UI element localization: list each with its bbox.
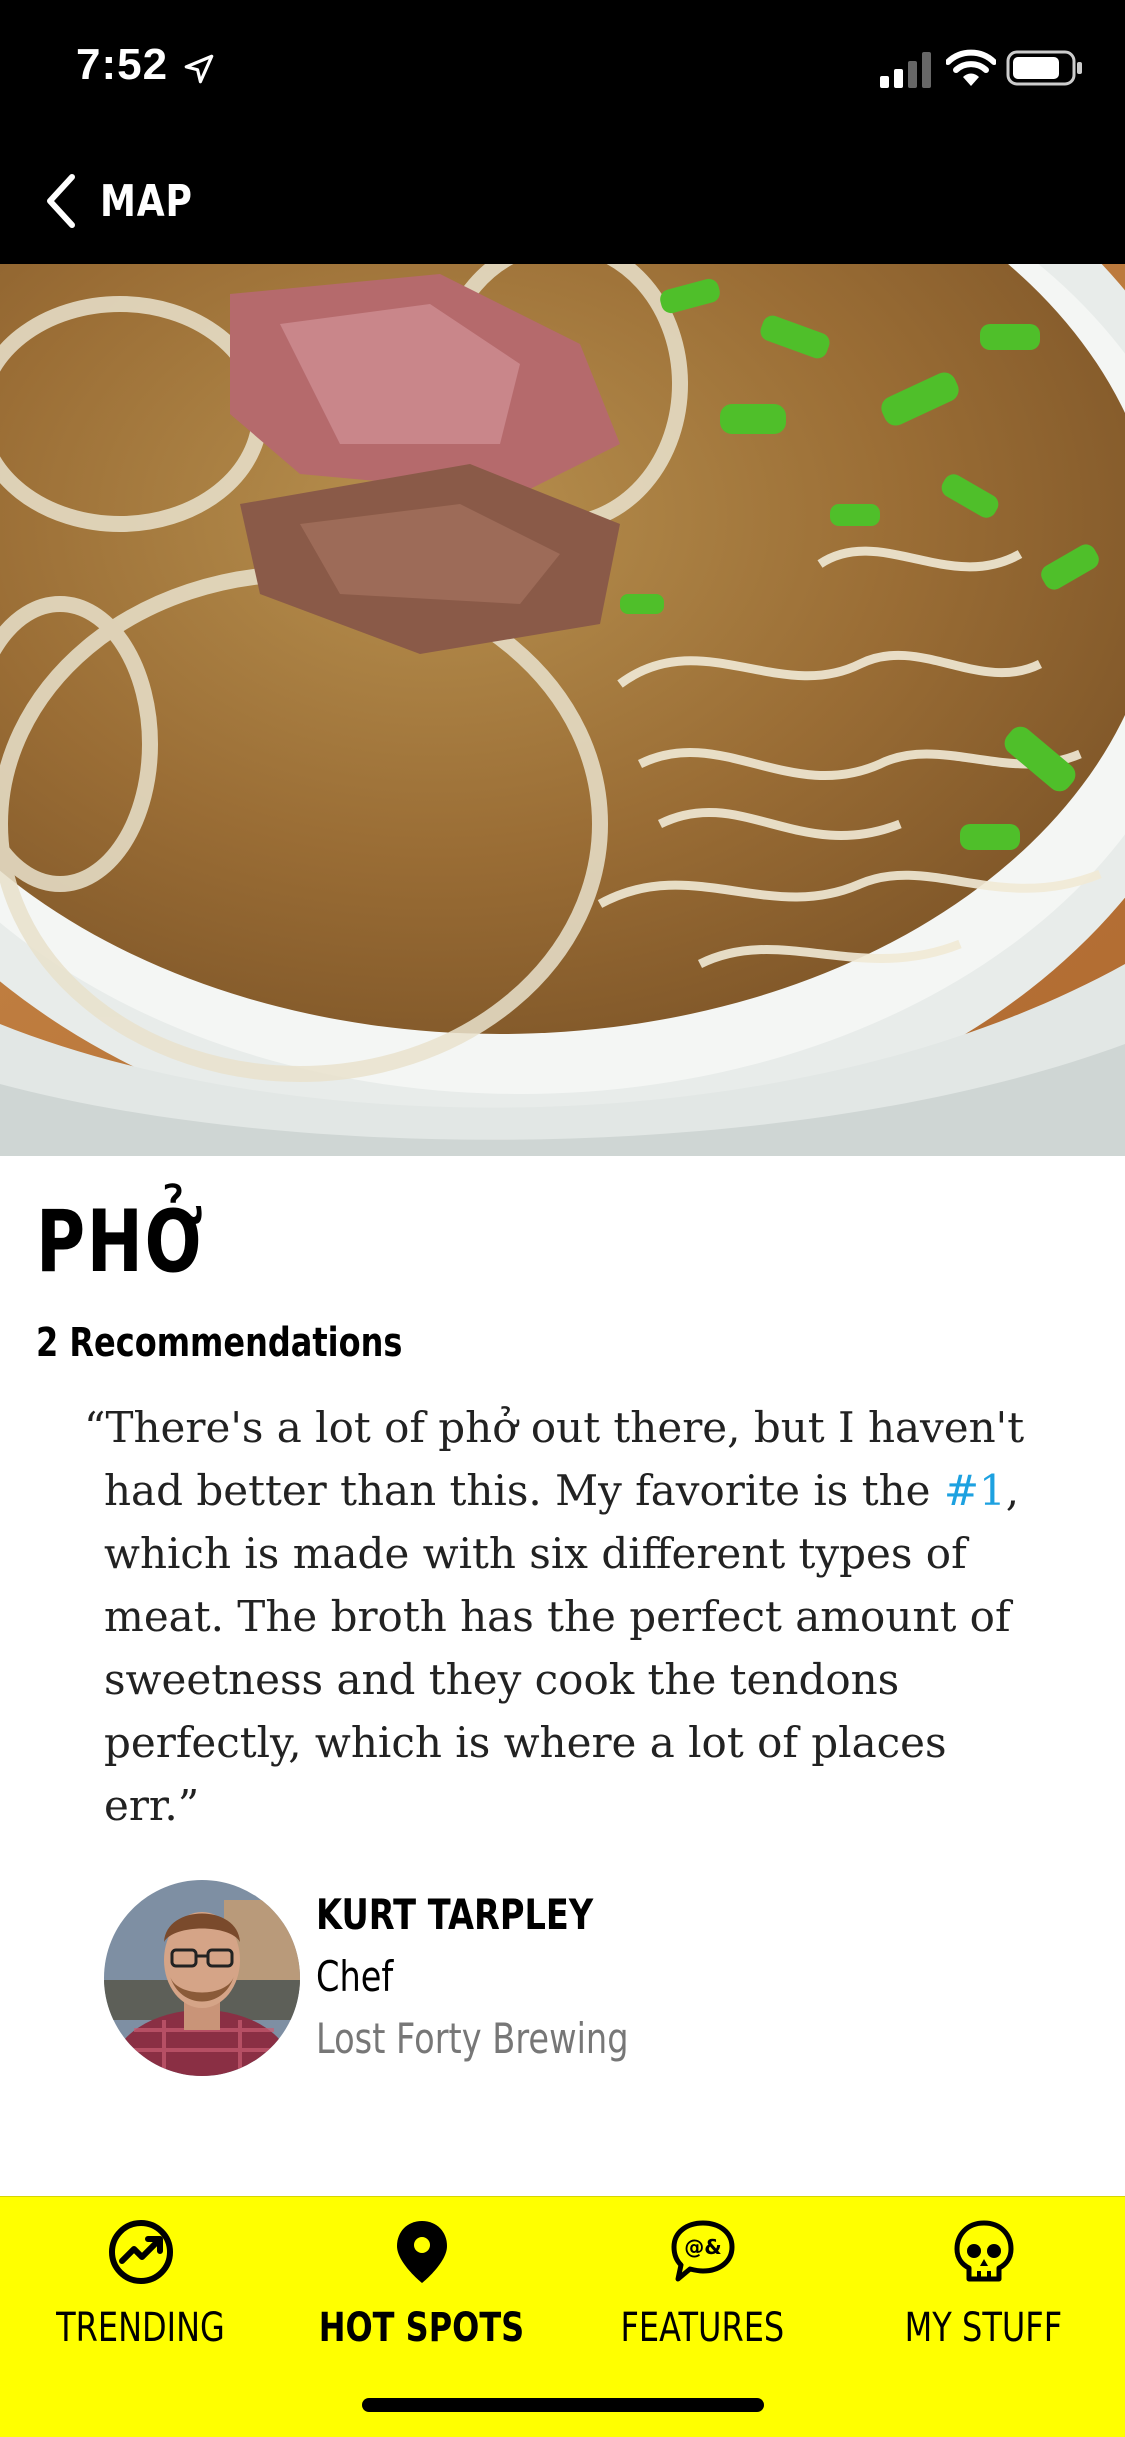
tab-features[interactable]: @& FEATURES — [562, 2197, 843, 2397]
location-arrow-icon — [184, 54, 214, 84]
skull-icon — [954, 2220, 1014, 2282]
menu-item-link[interactable]: #1 — [944, 1466, 1006, 1515]
avatar — [104, 1880, 300, 2076]
cellular-signal-icon — [880, 52, 931, 88]
nav-bar: MAP — [0, 132, 1125, 264]
recommender[interactable]: KURT TARPLEY Chef Lost Forty Brewing — [104, 1880, 1004, 2080]
recommender-role: Chef — [316, 1952, 394, 2001]
home-indicator[interactable] — [362, 2398, 764, 2412]
tab-label: FEATURES — [620, 2305, 785, 2351]
tab-label: MY STUFF — [904, 2305, 1063, 2351]
wifi-icon — [946, 49, 996, 86]
recommender-name: KURT TARPLEY — [316, 1890, 594, 1939]
chevron-left-icon — [47, 174, 75, 228]
tab-label: TRENDING — [56, 2305, 225, 2351]
quote-text-2: , which is made with six different types… — [104, 1466, 1020, 1830]
chat-bubble-icon: @& — [671, 2220, 735, 2282]
recommendation-quote: “There's a lot of phở out there, but I h… — [84, 1396, 1044, 1837]
map-pin-icon — [397, 2221, 447, 2283]
status-time: 7:52 — [76, 40, 169, 89]
status-bar: 7:52 — [0, 0, 1125, 132]
quote-text-1: “There's a lot of phở out there, but I h… — [84, 1403, 1025, 1515]
back-button[interactable]: MAP — [40, 166, 213, 236]
tab-label: HOT SPOTS — [318, 2305, 525, 2351]
dish-title: PHỞ — [36, 1192, 205, 1292]
dish-photo — [0, 264, 1125, 1156]
battery-icon — [1006, 50, 1082, 86]
svg-text:@&: @& — [684, 2235, 721, 2259]
tab-hot-spots[interactable]: HOT SPOTS — [281, 2197, 562, 2397]
recommendation-count: 2 Recommendations — [36, 1320, 403, 1366]
tab-trending[interactable]: TRENDING — [0, 2197, 281, 2397]
back-label: MAP — [100, 175, 193, 227]
recommender-restaurant: Lost Forty Brewing — [316, 2014, 629, 2063]
tab-my-stuff[interactable]: MY STUFF — [843, 2197, 1124, 2397]
trending-icon — [109, 2220, 173, 2284]
